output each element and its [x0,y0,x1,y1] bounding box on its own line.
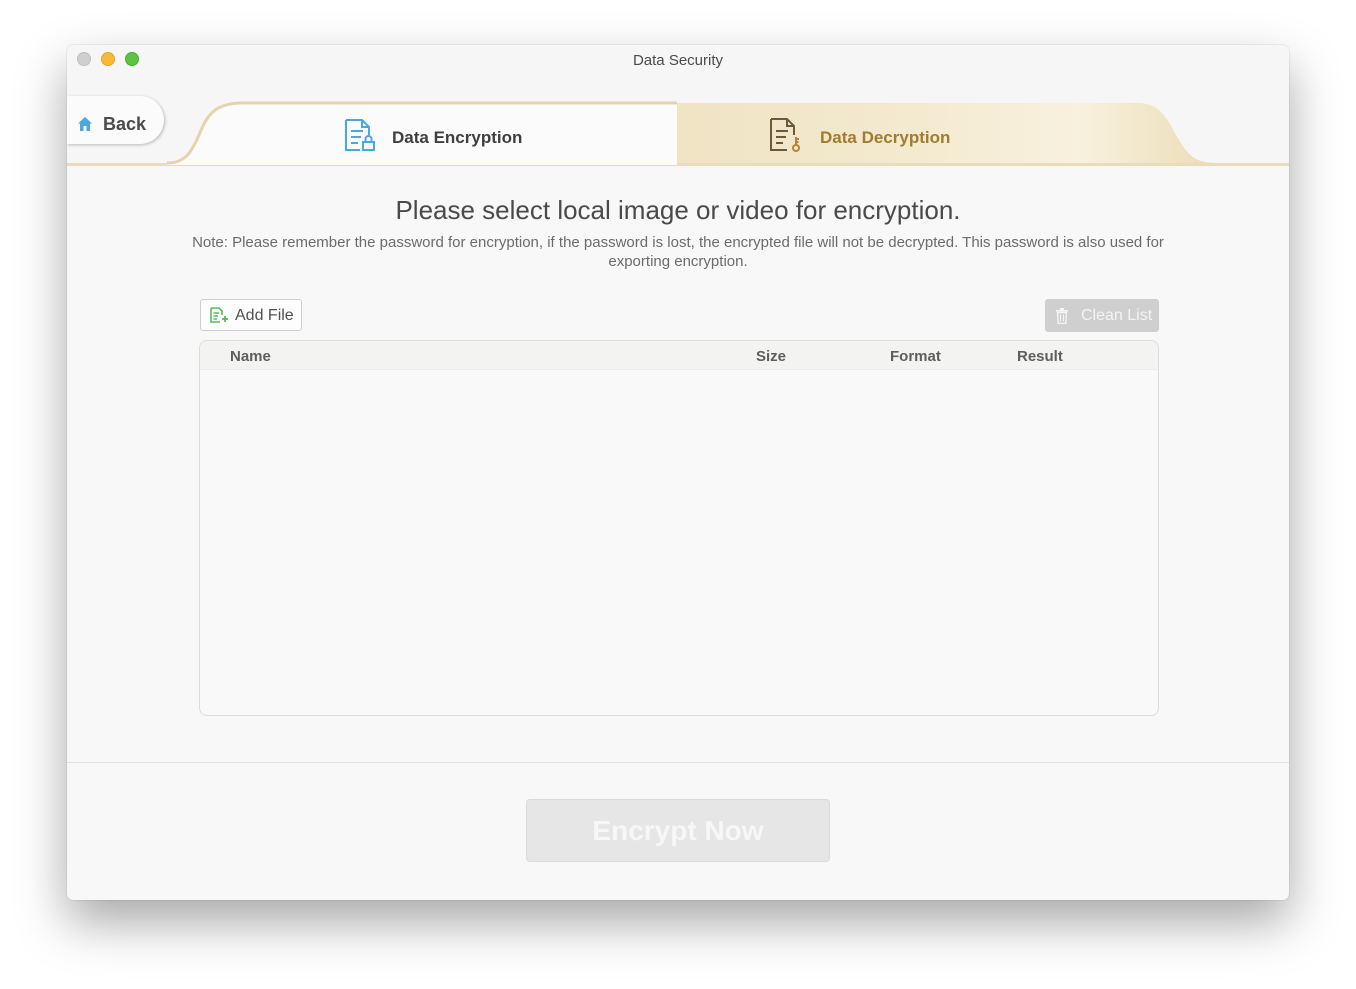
trash-icon [1056,308,1068,324]
app-window: Data Security Back Data Encryption Data … [67,45,1289,900]
tab-bar [67,101,1289,166]
clean-list-label: Clean List [1081,307,1153,324]
tab-data-decryption[interactable]: Data Decryption [820,128,950,148]
column-header-name[interactable]: Name [230,348,271,365]
home-icon [78,117,92,131]
page-heading: Please select local image or video for e… [395,195,961,225]
document-key-icon [770,118,800,152]
encrypt-now-button[interactable]: Encrypt Now [526,799,830,862]
column-header-result[interactable]: Result [1017,348,1063,365]
back-button-label: Back [103,114,147,134]
add-file-label: Add File [235,307,294,324]
add-file-icon [210,307,228,323]
footer-divider [67,762,1289,763]
clean-list-button[interactable]: Clean List [1045,299,1159,332]
table-header: Name Size Format Result [200,341,1158,370]
document-lock-icon [345,119,375,151]
tab-data-encryption[interactable]: Data Encryption [392,128,522,148]
column-header-size[interactable]: Size [756,348,786,365]
file-table: Name Size Format Result [199,340,1159,716]
column-header-format[interactable]: Format [890,348,941,365]
password-note: Note: Please remember the password for e… [192,234,1164,270]
add-file-button[interactable]: Add File [200,299,302,331]
